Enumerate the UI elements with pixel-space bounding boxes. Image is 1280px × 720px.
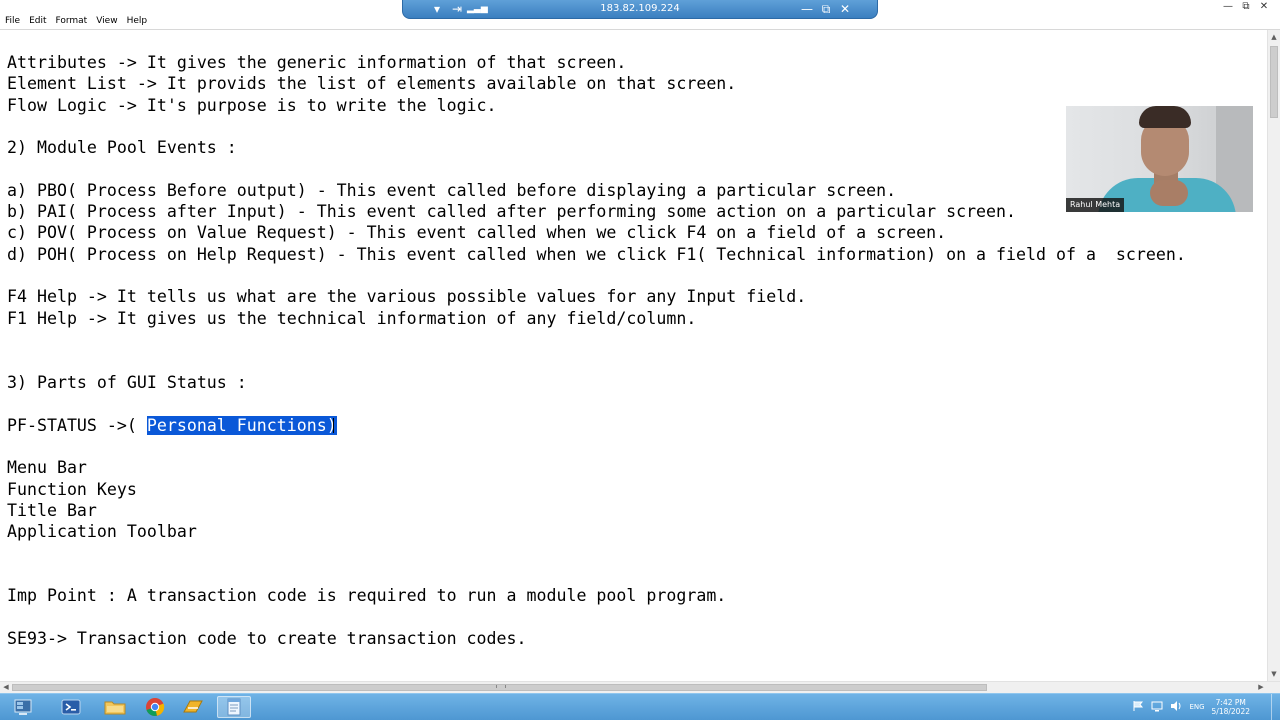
webcam-overlay: Rahul Mehta (1066, 106, 1253, 212)
text-line: c) POV( Process on Value Request) - This… (7, 223, 947, 242)
window-minimize-icon[interactable]: — (1220, 1, 1236, 13)
text-line: Imp Point : A transaction code is requir… (7, 586, 727, 605)
text-cursor (333, 418, 334, 433)
scroll-left-icon[interactable]: ◀ (0, 682, 12, 693)
clock[interactable]: 7:42 PM 5/18/2022 (1212, 698, 1250, 716)
scroll-up-icon[interactable]: ▲ (1268, 30, 1280, 44)
text-line: F4 Help -> It tells us what are the vari… (7, 287, 807, 306)
text-line: Function Keys (7, 480, 137, 499)
volume-icon[interactable] (1170, 700, 1182, 714)
text-line: 2) Module Pool Events : (7, 138, 237, 157)
window-close-icon[interactable]: ✕ (1256, 1, 1272, 13)
window-controls: — ⧉ ✕ (1220, 1, 1272, 13)
selected-text[interactable]: Personal Functions) (146, 416, 337, 435)
text-line: F1 Help -> It gives us the technical inf… (7, 309, 697, 328)
system-tray: ENG 7:42 PM 5/18/2022 (1132, 694, 1250, 720)
horizontal-scrollbar[interactable]: ◀ ▶ (0, 681, 1280, 693)
server-manager-icon[interactable] (6, 696, 40, 718)
menu-file[interactable]: File (5, 16, 20, 26)
text-line: b) PAI( Process after Input) - This even… (7, 202, 1017, 221)
text-line: a) PBO( Process Before output) - This ev… (7, 181, 897, 200)
file-explorer-icon[interactable] (98, 696, 132, 718)
show-desktop-button[interactable] (1271, 694, 1280, 720)
language-indicator[interactable]: ENG (1189, 703, 1204, 711)
scroll-right-icon[interactable]: ▶ (1255, 682, 1267, 693)
taskbar: ENG 7:42 PM 5/18/2022 (0, 693, 1280, 720)
window-restore-icon[interactable]: ⧉ (1238, 1, 1254, 13)
clock-date: 5/18/2022 (1211, 707, 1250, 716)
presenter-name-tag: Rahul Mehta (1066, 198, 1125, 212)
menu-format[interactable]: Format (56, 16, 88, 26)
clock-time: 7:42 PM (1215, 698, 1246, 707)
text-line: Application Toolbar (7, 522, 197, 541)
text-line: d) POH( Process on Help Request) - This … (7, 245, 1186, 264)
scroll-grip-icon (496, 685, 506, 688)
sap-logon-icon[interactable] (176, 696, 210, 718)
action-center-flag-icon[interactable] (1132, 700, 1144, 714)
text-line: Attributes -> It gives the generic infor… (7, 53, 627, 72)
text-line: Menu Bar (7, 458, 87, 477)
powershell-icon[interactable] (54, 696, 88, 718)
text-line: Title Bar (7, 501, 97, 520)
text-line: 3) Parts of GUI Status : (7, 373, 247, 392)
chrome-icon[interactable] (138, 696, 172, 718)
vertical-scroll-thumb[interactable] (1270, 46, 1278, 118)
text-line: Element List -> It provids the list of e… (7, 74, 737, 93)
network-icon[interactable] (1151, 700, 1163, 714)
notepad-icon[interactable] (217, 696, 251, 718)
text-line-pf-status: PF-STATUS ->( Personal Functions) (7, 415, 337, 436)
menu-view[interactable]: View (96, 16, 117, 26)
menu-help[interactable]: Help (127, 16, 148, 26)
pf-status-prefix: PF-STATUS ->( (7, 416, 147, 435)
presenter-hair (1139, 106, 1191, 128)
text-line: SE93-> Transaction code to create transa… (7, 629, 527, 648)
vertical-scrollbar[interactable]: ▲ ▼ (1267, 30, 1280, 681)
text-line: Flow Logic -> It's purpose is to write t… (7, 96, 497, 115)
presenter-hand (1150, 180, 1188, 206)
scroll-down-icon[interactable]: ▼ (1268, 667, 1280, 681)
menu-bar: File Edit Format View Help (0, 13, 1280, 29)
menu-edit[interactable]: Edit (29, 16, 46, 26)
